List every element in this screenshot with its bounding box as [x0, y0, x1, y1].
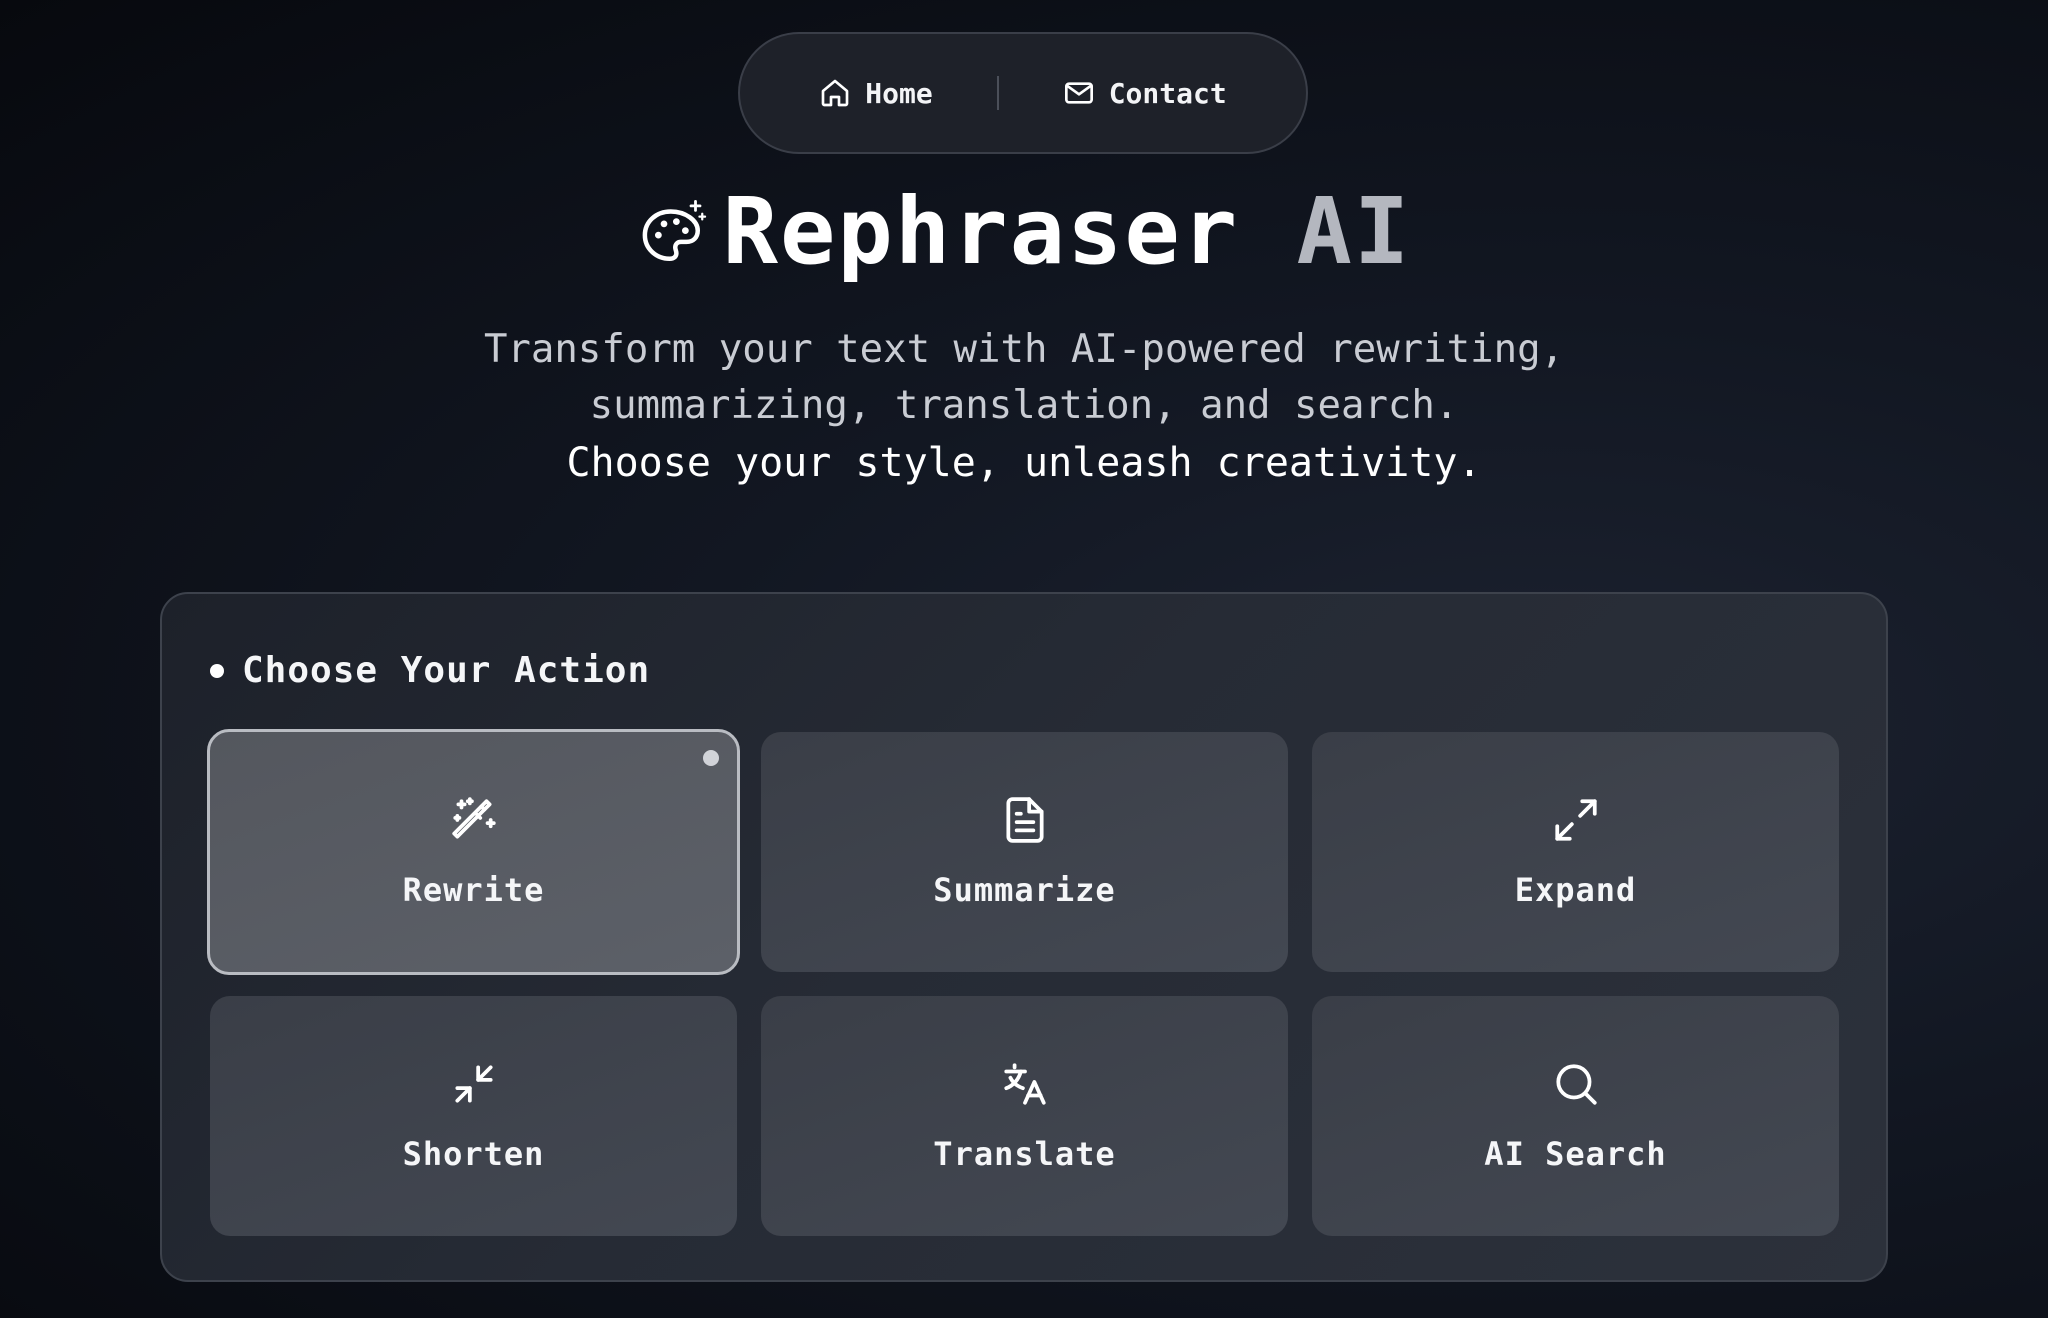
search-icon	[1555, 1064, 1597, 1105]
magic-wand-icon	[451, 797, 496, 839]
nav-divider	[996, 76, 999, 110]
top-nav: Home Contact	[738, 32, 1308, 154]
home-icon	[821, 79, 849, 107]
hero-tagline: Choose your style, unleash creativity.	[566, 440, 1482, 486]
page-title: Rephraser AI	[723, 186, 1412, 278]
selected-indicator	[703, 750, 719, 766]
action-card-expand[interactable]: Expand	[1312, 732, 1839, 972]
nav-home-link[interactable]: Home	[819, 76, 933, 110]
action-card-label: Shorten	[402, 1135, 545, 1173]
action-card-rewrite[interactable]: Rewrite	[207, 729, 740, 975]
hero-title-row: Rephraser AI	[0, 186, 2048, 278]
action-card-shorten[interactable]: Shorten	[210, 996, 737, 1236]
heading-bullet	[210, 663, 224, 678]
action-grid: Rewrite Summarize Expand Shorten Transla…	[207, 729, 1839, 1236]
hero-subtitle-line2: summarizing, translation, and search.	[589, 383, 1459, 428]
nav-home-label: Home	[865, 76, 933, 110]
action-card-translate[interactable]: Translate	[761, 996, 1288, 1236]
nav-contact-link[interactable]: Contact	[1063, 77, 1227, 110]
action-panel: Choose Your Action Rewrite Summarize Exp…	[160, 592, 1888, 1282]
action-panel-header: Choose Your Action	[210, 650, 650, 691]
mail-icon	[1064, 82, 1093, 104]
translate-icon	[1003, 1063, 1046, 1105]
page-title-accent: AI	[1296, 178, 1412, 285]
action-card-label: Translate	[933, 1135, 1116, 1173]
hero-subtitle-line1: Transform your text with AI-powered rewr…	[483, 327, 1565, 372]
action-panel-title: Choose Your Action	[242, 650, 651, 691]
action-card-label: AI Search	[1484, 1135, 1667, 1173]
action-card-label: Rewrite	[402, 871, 545, 909]
action-card-ai-search[interactable]: AI Search	[1312, 996, 1839, 1236]
action-card-label: Summarize	[933, 871, 1116, 909]
page-title-main: Rephraser	[722, 178, 1240, 285]
action-card-summarize[interactable]: Summarize	[761, 732, 1288, 972]
document-icon	[1005, 797, 1044, 843]
nav-contact-label: Contact	[1108, 76, 1227, 110]
hero-subtitle: Transform your text with AI-powered rewr…	[0, 322, 2048, 434]
shrink-arrows-icon	[454, 1065, 493, 1103]
palette-sparkles-icon	[642, 199, 706, 261]
action-card-label: Expand	[1514, 871, 1637, 909]
expand-arrows-icon	[1554, 799, 1597, 841]
